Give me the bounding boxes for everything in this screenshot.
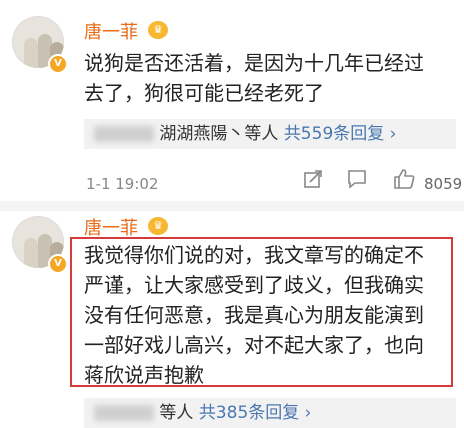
reply-names: 等人 <box>159 403 194 423</box>
comment-text-line: 去了，狗很可能已经老死了 <box>84 81 324 105</box>
reply-names: 湖湖燕陽丶等人 <box>159 124 279 144</box>
crown-icon: ♛ <box>148 21 168 39</box>
comment-text-line: 我觉得你们说的对，我文章写的确定不 <box>84 243 424 267</box>
comment-text: 我觉得你们说的对，我文章写的确定不 严谨，让大家感受到了歧义，但我确实 没有任何… <box>84 240 424 390</box>
reply-count[interactable]: 共385条回复 <box>199 403 299 423</box>
comment-text-line: 一部好戏儿高兴，对不起大家了，也向 <box>84 333 424 357</box>
chevron-right-icon: › <box>304 403 312 423</box>
comment-text-line: 没有任何恶意，我是真心为朋友能演到 <box>84 303 424 327</box>
comment-text-line: 严谨，让大家感受到了歧义，但我确实 <box>84 273 424 297</box>
blurred-username <box>94 405 154 421</box>
share-icon[interactable] <box>302 168 324 195</box>
username[interactable]: 唐一菲 <box>84 18 138 44</box>
replies-link[interactable]: 湖湖燕陽丶等人 共559条回复 › <box>84 119 456 149</box>
comment-icon[interactable] <box>346 168 368 195</box>
comment-text-line: 蒋欣说声抱歉 <box>84 363 204 387</box>
verified-badge: V <box>48 54 68 74</box>
crown-icon: ♛ <box>148 217 168 235</box>
comment-text-line: 说狗是否还活着，是因为十几年已经过 <box>84 51 424 75</box>
divider <box>0 201 464 211</box>
verified-badge: V <box>48 254 68 274</box>
like-icon[interactable] <box>392 167 416 196</box>
reply-count[interactable]: 共559条回复 <box>284 124 384 144</box>
like-count: 8059 <box>424 175 463 193</box>
chevron-right-icon: › <box>389 124 397 144</box>
replies-link[interactable]: 等人 共385条回复 › <box>84 398 456 428</box>
blurred-username <box>94 126 154 142</box>
comment-text: 说狗是否还活着，是因为十几年已经过 去了，狗很可能已经老死了 <box>84 48 424 108</box>
timestamp: 1-1 19:02 <box>86 175 159 193</box>
